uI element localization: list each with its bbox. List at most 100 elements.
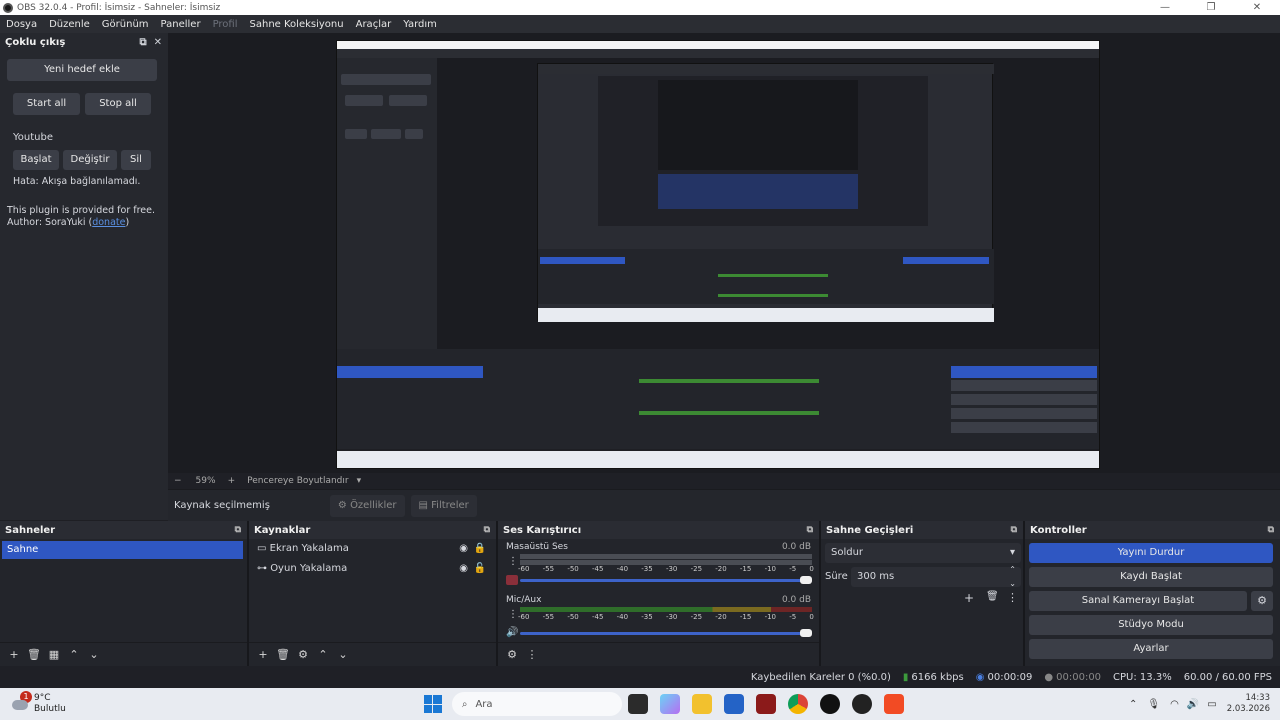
scenes-header: Sahneler ⧉ — [0, 521, 247, 539]
spinner-icon[interactable]: ⌃ ⌄ — [1009, 563, 1016, 591]
donate-link[interactable]: donate — [92, 217, 125, 228]
copilot-icon[interactable] — [659, 694, 680, 714]
menu-paneller[interactable]: Paneller — [155, 19, 207, 30]
add-icon[interactable]: + — [253, 648, 273, 661]
zoom-out-button[interactable]: − — [174, 476, 182, 486]
preview-canvas[interactable] — [336, 40, 1100, 469]
mic-icon[interactable]: 🎙 — [1147, 699, 1160, 710]
target-start-button[interactable]: Başlat — [13, 150, 59, 170]
add-icon[interactable]: + — [964, 591, 974, 605]
volume-icon[interactable]: 🔊 — [1187, 699, 1199, 710]
lock-icon[interactable]: 🔒 — [474, 539, 486, 559]
kebab-menu-icon[interactable]: ⋮ — [508, 556, 518, 567]
settings-button[interactable]: Ayarlar — [1029, 639, 1273, 659]
signal-icon: ▮ — [902, 671, 909, 683]
weather-icon[interactable]: 1 — [12, 691, 32, 714]
kebab-menu-icon[interactable]: ⋮ — [1007, 591, 1018, 604]
nested-bottom-docks — [337, 349, 1099, 449]
chevron-down-icon[interactable]: ⌄ — [333, 648, 353, 661]
brave-icon[interactable] — [883, 694, 904, 714]
dock-controls[interactable]: ⧉ ✕ — [140, 37, 162, 48]
store-icon[interactable] — [723, 694, 744, 714]
unlock-icon[interactable]: 🔓 — [474, 559, 486, 579]
weather-widget[interactable]: 9°C Bulutlu — [34, 693, 66, 715]
taskbar-search[interactable]: ⌕ Ara — [451, 692, 622, 716]
volume-knob[interactable] — [800, 629, 812, 637]
obs-icon[interactable] — [851, 694, 872, 714]
volume-slider[interactable] — [520, 632, 804, 635]
filter-icon[interactable]: ▦ — [44, 648, 64, 661]
windows-taskbar: 1 9°C Bulutlu ⌕ Ara ⌃ 🎙 ◠ 🔊 ▭ 14:33 2.03… — [0, 688, 1280, 720]
target-edit-button[interactable]: Değiştir — [63, 150, 117, 170]
mute-icon[interactable] — [506, 575, 518, 585]
volume-slider[interactable] — [520, 579, 804, 582]
start-all-button[interactable]: Start all — [13, 93, 80, 115]
maximize-icon[interactable]: ❐ — [1188, 0, 1234, 15]
speaker-icon[interactable]: 🔊 — [506, 627, 518, 638]
menu-duzenle[interactable]: Düzenle — [43, 19, 96, 30]
kebab-menu-icon[interactable]: ⋮ — [508, 609, 518, 620]
tiktok-icon[interactable] — [819, 694, 840, 714]
source-item[interactable]: ⊶ Oyun Yakalama ◉ 🔓 — [249, 559, 496, 579]
chevron-up-icon[interactable]: ⌃ — [64, 648, 84, 661]
menu-dosya[interactable]: Dosya — [0, 19, 43, 30]
zoom-value: 59% — [195, 476, 216, 486]
zoom-fit-select[interactable]: Pencereye Boyutlandır — [247, 476, 348, 486]
add-icon[interactable]: + — [4, 648, 24, 661]
menu-sahne-koleksiyonu[interactable]: Sahne Koleksiyonu — [244, 19, 350, 30]
meter-ticks: -60 -55 -50 -45 -40 -35 -30 -25 -20 -15 -10 -5 0 — [518, 613, 814, 621]
nested-taskbar — [337, 451, 1099, 468]
eye-icon[interactable]: ◉ — [459, 539, 468, 559]
properties-button[interactable]: ⚙ Özellikler — [329, 494, 405, 517]
chevron-up-icon[interactable]: ⌃ — [313, 648, 333, 661]
menu-profil[interactable]: Profil — [207, 19, 244, 30]
target-delete-button[interactable]: Sil — [121, 150, 151, 170]
virtual-cam-button[interactable]: Sanal Kamerayı Başlat — [1029, 591, 1247, 611]
trash-icon[interactable]: 🗑 — [273, 648, 293, 661]
chevron-down-icon[interactable]: ⌄ — [84, 648, 104, 661]
chevron-down-icon[interactable]: ▾ — [357, 476, 362, 486]
kebab-menu-icon[interactable]: ⋮ — [522, 648, 542, 661]
filters-button[interactable]: ▤ Filtreler — [410, 494, 477, 517]
popout-icon[interactable]: ⧉ — [1268, 525, 1274, 535]
wifi-icon[interactable]: ◠ — [1170, 699, 1179, 710]
chrome-icon[interactable] — [787, 694, 808, 714]
source-item[interactable]: ▭ Ekran Yakalama ◉ 🔒 — [249, 539, 496, 559]
transition-type: Soldur — [831, 547, 864, 558]
popout-icon[interactable]: ⧉ — [1011, 525, 1017, 535]
popout-icon[interactable]: ⧉ — [807, 525, 813, 535]
popout-icon[interactable]: ⧉ — [484, 525, 490, 535]
trash-icon[interactable]: 🗑 — [24, 648, 44, 661]
menu-araclar[interactable]: Araçlar — [350, 19, 398, 30]
start-record-button[interactable]: Kaydı Başlat — [1029, 567, 1273, 587]
channel-db: 0.0 dB — [781, 595, 811, 605]
duration-input[interactable]: 300 ms ⌃ ⌄ — [851, 565, 1021, 588]
file-explorer-icon[interactable] — [691, 694, 712, 714]
clock[interactable]: 14:33 2.03.2026 — [1227, 693, 1270, 715]
trash-icon[interactable]: 🗑 — [986, 591, 999, 602]
task-view-icon[interactable] — [627, 694, 648, 714]
eye-icon[interactable]: ◉ — [459, 559, 468, 579]
stop-all-button[interactable]: Stop all — [85, 93, 151, 115]
scene-item[interactable]: Sahne — [2, 541, 243, 559]
popout-icon[interactable]: ⧉ — [235, 525, 241, 535]
gear-icon[interactable]: ⚙ — [293, 648, 313, 661]
zoom-in-button[interactable]: + — [228, 476, 236, 486]
stop-stream-button[interactable]: Yayını Durdur — [1029, 543, 1273, 563]
battery-icon[interactable]: ▭ — [1207, 699, 1216, 710]
studio-mode-button[interactable]: Stüdyo Modu — [1029, 615, 1273, 635]
windows-start-icon[interactable] — [423, 695, 442, 713]
menu-gorunum[interactable]: Görünüm — [96, 19, 155, 30]
minimize-icon[interactable]: — — [1142, 0, 1188, 15]
add-target-button[interactable]: Yeni hedef ekle — [7, 59, 157, 81]
volume-knob[interactable] — [800, 576, 812, 584]
stream-icon: ◉ — [975, 671, 985, 683]
gear-icon[interactable]: ⚙ — [1251, 591, 1273, 611]
menu-yardim[interactable]: Yardım — [397, 19, 443, 30]
controls-header: Kontroller ⧉ — [1025, 521, 1280, 539]
chevron-up-icon[interactable]: ⌃ — [1129, 699, 1137, 710]
app-r-icon[interactable] — [755, 694, 776, 714]
audio-settings-icon[interactable]: ⚙ — [502, 648, 522, 661]
close-icon[interactable]: ✕ — [1234, 0, 1280, 15]
transition-select[interactable]: Soldur ▾ — [825, 543, 1021, 563]
